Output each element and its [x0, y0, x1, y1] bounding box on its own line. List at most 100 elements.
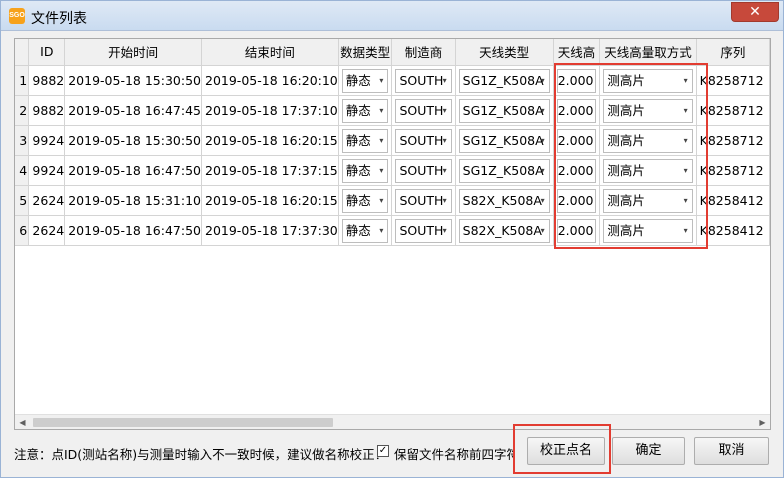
antenna-height-input[interactable]: 2.000 [556, 189, 597, 213]
height-method-select-value: 测高片 [607, 103, 645, 118]
cell-start-time: 2019-05-18 15:30:50 [68, 72, 201, 88]
antenna-type-select[interactable]: S82X_K508A ▾ [458, 189, 550, 213]
scroll-right-icon[interactable]: ▶ [755, 415, 770, 430]
table-header-row: ID 开始时间 结束时间 数据类型 制造商 天线类型 天线高 天线高量取方式 序列 [15, 39, 770, 66]
chevron-down-icon: ▾ [442, 196, 447, 205]
table-row[interactable]: 6 2624 2019-05-18 16:47:50 2019-05-18 17:37… [15, 215, 770, 246]
manufacturer-select-value: SOUTH [399, 193, 444, 208]
keep-prefix-checkbox[interactable]: ✓ [377, 445, 389, 457]
data-type-select[interactable]: 静态 ▾ [341, 219, 389, 243]
height-method-select[interactable]: 测高片 ▾ [603, 189, 693, 213]
table-row[interactable]: 1 9882 2019-05-18 15:30:50 2019-05-18 16:20… [15, 65, 770, 96]
height-method-select[interactable]: 测高片 ▾ [603, 69, 693, 93]
antenna-type-select[interactable]: SG1Z_K508A ▾ [458, 99, 550, 123]
column-header[interactable]: 制造商 [391, 39, 456, 66]
antenna-height-input[interactable]: 2.000 [556, 99, 597, 123]
row-number: 6 [19, 222, 28, 238]
column-header[interactable]: 天线高 [553, 39, 601, 66]
data-type-select-value: 静态 [345, 223, 371, 238]
antenna-height-input[interactable]: 2.000 [556, 69, 597, 93]
antenna-type-select[interactable]: S82X_K508A ▾ [458, 219, 550, 243]
cell-end-time: 2019-05-18 17:37:30 [205, 222, 338, 238]
cell-serial: K8258412 [699, 222, 764, 238]
column-header[interactable]: 天线高量取方式 [599, 39, 697, 66]
file-table: ID 开始时间 结束时间 数据类型 制造商 天线类型 天线高 天线高量取方式 序列 1 9882 2… [15, 39, 770, 246]
chevron-down-icon: ▾ [379, 226, 384, 235]
antenna-type-select-value: SG1Z_K508A [462, 73, 544, 88]
chevron-down-icon: ▾ [379, 196, 384, 205]
scrollbar-thumb[interactable] [33, 418, 333, 427]
data-type-select[interactable]: 静态 ▾ [341, 189, 389, 213]
chevron-down-icon: ▾ [540, 76, 545, 85]
data-type-select[interactable]: 静态 ▾ [341, 129, 389, 153]
file-list-window: SGO 文件列表 ✕ ID 开始时间 结束时间 数据类型 制造商 天线类型 天线高 天线高量取… [0, 0, 784, 478]
data-type-select[interactable]: 静态 ▾ [341, 99, 389, 123]
chevron-down-icon: ▾ [683, 136, 688, 145]
column-header[interactable] [15, 39, 30, 66]
height-method-select-value: 测高片 [607, 193, 645, 208]
height-method-select-value: 测高片 [607, 223, 645, 238]
data-type-select[interactable]: 静态 ▾ [341, 159, 389, 183]
cell-id: 9924 [32, 132, 65, 148]
antenna-type-select-value: SG1Z_K508A [462, 103, 544, 118]
manufacturer-select[interactable]: SOUTH ▾ [395, 69, 452, 93]
antenna-height-input[interactable]: 2.000 [556, 219, 597, 243]
manufacturer-select[interactable]: SOUTH ▾ [395, 159, 452, 183]
file-grid[interactable]: ID 开始时间 结束时间 数据类型 制造商 天线类型 天线高 天线高量取方式 序列 1 9882 2… [14, 38, 771, 430]
column-header[interactable]: 结束时间 [201, 39, 339, 66]
height-method-select[interactable]: 测高片 ▾ [603, 99, 693, 123]
cell-serial: K8258412 [699, 192, 764, 208]
antenna-height-input[interactable]: 2.000 [556, 159, 597, 183]
table-row[interactable]: 4 9924 2019-05-18 16:47:50 2019-05-18 17:37… [15, 155, 770, 186]
chevron-down-icon: ▾ [683, 166, 688, 175]
column-header[interactable]: 数据类型 [338, 39, 393, 66]
manufacturer-select[interactable]: SOUTH ▾ [395, 129, 452, 153]
close-button[interactable]: ✕ [731, 2, 779, 22]
chevron-down-icon: ▾ [683, 196, 688, 205]
manufacturer-select[interactable]: SOUTH ▾ [395, 99, 452, 123]
antenna-type-select[interactable]: SG1Z_K508A ▾ [458, 69, 550, 93]
cell-start-time: 2019-05-18 16:47:50 [68, 162, 201, 178]
manufacturer-select[interactable]: SOUTH ▾ [395, 189, 452, 213]
chevron-down-icon: ▾ [442, 76, 447, 85]
manufacturer-select[interactable]: SOUTH ▾ [395, 219, 452, 243]
column-header[interactable]: 序列 [696, 39, 770, 66]
chevron-down-icon: ▾ [379, 166, 384, 175]
antenna-type-select[interactable]: SG1Z_K508A ▾ [458, 159, 550, 183]
table-row[interactable]: 2 9882 2019-05-18 16:47:45 2019-05-18 17:37… [15, 95, 770, 126]
chevron-down-icon: ▾ [442, 106, 447, 115]
antenna-type-select[interactable]: SG1Z_K508A ▾ [458, 129, 550, 153]
ok-button[interactable]: 确定 [612, 437, 685, 465]
horizontal-scrollbar[interactable]: ◀ ▶ [15, 414, 770, 429]
cell-start-time: 2019-05-18 16:47:45 [68, 102, 201, 118]
data-type-select-value: 静态 [345, 163, 371, 178]
manufacturer-select-value: SOUTH [399, 133, 444, 148]
cell-serial: K8258712 [699, 132, 764, 148]
app-logo-icon: SGO [9, 8, 25, 24]
height-method-select[interactable]: 测高片 ▾ [603, 129, 693, 153]
title-bar[interactable]: SGO 文件列表 ✕ [1, 1, 783, 31]
column-header[interactable]: ID [28, 39, 66, 66]
manufacturer-select-value: SOUTH [399, 73, 444, 88]
chevron-down-icon: ▾ [442, 136, 447, 145]
row-number: 5 [19, 192, 28, 208]
cancel-button[interactable]: 取消 [694, 437, 769, 465]
chevron-down-icon: ▾ [442, 166, 447, 175]
antenna-height-input[interactable]: 2.000 [556, 129, 597, 153]
height-method-select[interactable]: 测高片 ▾ [603, 159, 693, 183]
data-type-select[interactable]: 静态 ▾ [341, 69, 389, 93]
table-row[interactable]: 5 2624 2019-05-18 15:31:10 2019-05-18 16:20… [15, 185, 770, 216]
cell-end-time: 2019-05-18 16:20:15 [205, 192, 338, 208]
scroll-left-icon[interactable]: ◀ [15, 415, 30, 430]
data-type-select-value: 静态 [345, 103, 371, 118]
column-header[interactable]: 天线类型 [455, 39, 554, 66]
correct-name-button[interactable]: 校正点名 [527, 437, 605, 465]
table-row[interactable]: 3 9924 2019-05-18 15:30:50 2019-05-18 16:20… [15, 125, 770, 156]
chevron-down-icon: ▾ [540, 136, 545, 145]
chevron-down-icon: ▾ [540, 166, 545, 175]
height-method-select[interactable]: 测高片 ▾ [603, 219, 693, 243]
cell-start-time: 2019-05-18 16:47:50 [68, 222, 201, 238]
column-header[interactable]: 开始时间 [64, 39, 202, 66]
antenna-type-select-value: SG1Z_K508A [462, 163, 544, 178]
chevron-down-icon: ▾ [683, 226, 688, 235]
